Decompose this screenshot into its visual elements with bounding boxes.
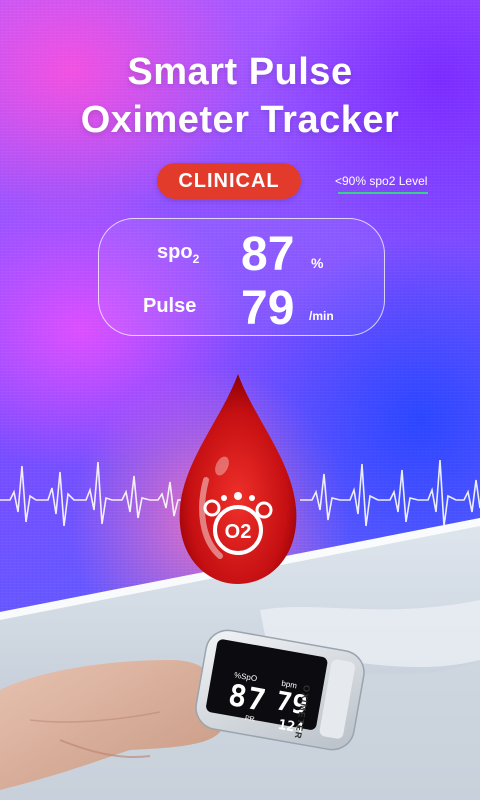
drop-o2-label: O2 [225, 521, 252, 543]
blood-drop-icon: O2 [179, 374, 297, 584]
